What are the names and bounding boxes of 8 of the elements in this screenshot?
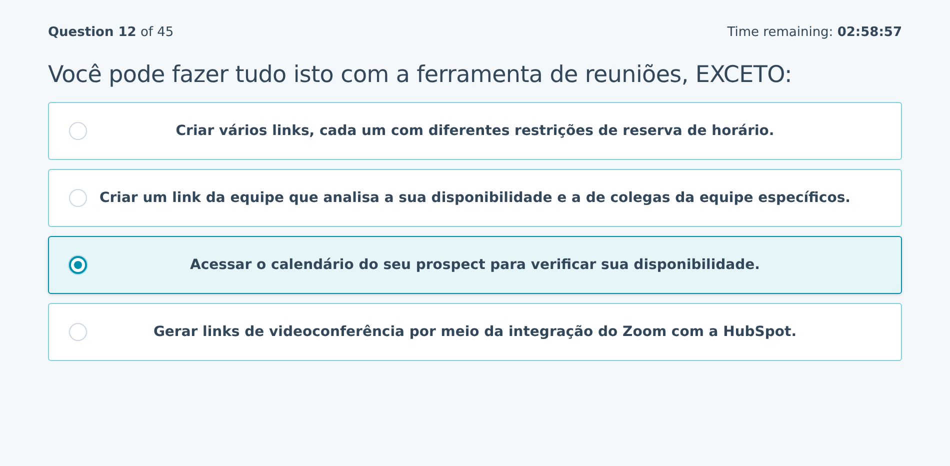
answer-option[interactable]: Criar um link da equipe que analisa a sua disponibilidade e a de colegas da equipe específicos. [48,169,902,227]
answer-option[interactable]: Criar vários links, cada um com diferentes restrições de reserva de horário. [48,102,902,160]
question-text: Você pode fazer tudo isto com a ferramenta de reuniões, EXCETO: [48,62,793,88]
answer-option[interactable]: Acessar o calendário do seu prospect para verificar sua disponibilidade. [48,236,902,294]
question-counter: Question 12 of 45 [48,24,174,40]
answer-option[interactable]: Gerar links de videoconferência por meio da integração do Zoom com a HubSpot. [48,303,902,361]
time-remaining: Time remaining: 02:58:57 [727,24,902,40]
radio-button[interactable] [69,256,87,274]
